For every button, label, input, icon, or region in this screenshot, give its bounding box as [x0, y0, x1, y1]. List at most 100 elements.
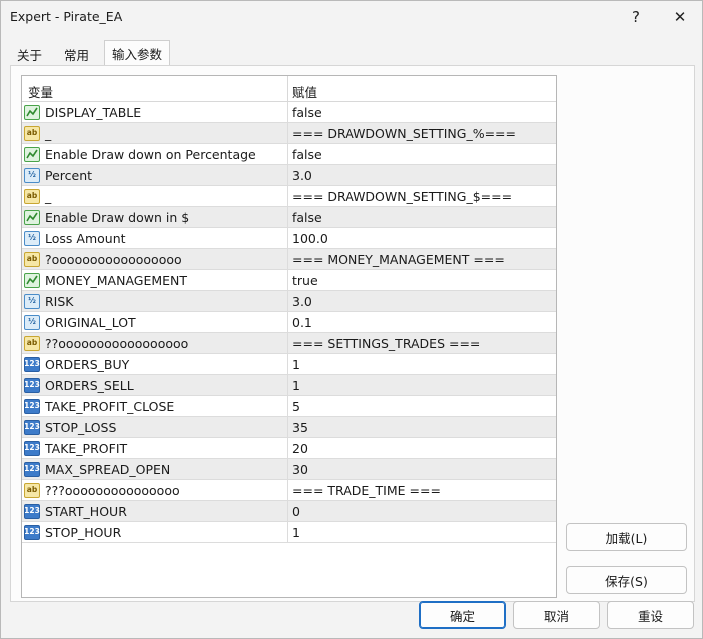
- inputs-table: 变量 赋值 DISPLAY_TABLE false ab _ === DRAWDOWN_…: [21, 75, 557, 598]
- ok-button[interactable]: 确定: [419, 601, 506, 629]
- variable-name: ORDERS_BUY: [45, 356, 130, 372]
- variable-cell: Enable Draw down in $: [22, 207, 288, 227]
- table-row[interactable]: 123 ORDERS_SELL 1: [22, 375, 556, 396]
- value-cell[interactable]: false: [288, 144, 556, 164]
- table-row[interactable]: 123 TAKE_PROFIT 20: [22, 438, 556, 459]
- table-row[interactable]: ½ Percent 3.0: [22, 165, 556, 186]
- value-cell[interactable]: 1: [288, 522, 556, 542]
- bool-type-icon: [24, 104, 40, 120]
- value-cell[interactable]: 100.0: [288, 228, 556, 248]
- help-button[interactable]: ?: [621, 5, 651, 29]
- value-cell[interactable]: 5: [288, 396, 556, 416]
- table-body: DISPLAY_TABLE false ab _ === DRAWDOWN_SETTIN…: [22, 102, 556, 543]
- table-row[interactable]: 123 START_HOUR 0: [22, 501, 556, 522]
- double-type-icon: ½: [24, 314, 40, 330]
- table-row[interactable]: 123 STOP_LOSS 35: [22, 417, 556, 438]
- close-button[interactable]: ✕: [665, 5, 695, 29]
- variable-cell: ab ??ooooooooooooooooo: [22, 333, 288, 353]
- window-title: Expert - Pirate_EA: [10, 9, 123, 24]
- table-row[interactable]: ½ RISK 3.0: [22, 291, 556, 312]
- variable-cell: 123 TAKE_PROFIT: [22, 438, 288, 458]
- table-row[interactable]: DISPLAY_TABLE false: [22, 102, 556, 123]
- table-header: 变量 赋值: [22, 76, 556, 102]
- table-row[interactable]: 123 ORDERS_BUY 1: [22, 354, 556, 375]
- table-row[interactable]: ½ ORIGINAL_LOT 0.1: [22, 312, 556, 333]
- string-type-icon: ab: [24, 251, 40, 267]
- double-type-icon: ½: [24, 167, 40, 183]
- variable-name: ORDERS_SELL: [45, 377, 134, 393]
- table-row[interactable]: Enable Draw down on Percentage false: [22, 144, 556, 165]
- table-row[interactable]: 123 STOP_HOUR 1: [22, 522, 556, 543]
- value-cell[interactable]: 0: [288, 501, 556, 521]
- value-cell[interactable]: false: [288, 207, 556, 227]
- variable-cell: ½ Loss Amount: [22, 228, 288, 248]
- variable-name: _: [45, 125, 52, 141]
- table-row[interactable]: MONEY_MANAGEMENT true: [22, 270, 556, 291]
- title-bar: Expert - Pirate_EA ? ✕: [1, 1, 702, 33]
- tab-inputs[interactable]: 输入参数: [104, 40, 171, 67]
- variable-cell: ab ?ooooooooooooooooo: [22, 249, 288, 269]
- tab-common[interactable]: 常用: [57, 42, 96, 66]
- reset-button[interactable]: 重设: [607, 601, 694, 629]
- variable-cell: DISPLAY_TABLE: [22, 102, 288, 122]
- table-row[interactable]: ab ?ooooooooooooooooo === MONEY_MANAGEMENT…: [22, 249, 556, 270]
- double-type-icon: ½: [24, 230, 40, 246]
- value-cell[interactable]: === DRAWDOWN_SETTING_$===: [288, 186, 556, 206]
- string-type-icon: ab: [24, 335, 40, 351]
- value-cell[interactable]: true: [288, 270, 556, 290]
- value-cell[interactable]: 1: [288, 375, 556, 395]
- value-cell[interactable]: === MONEY_MANAGEMENT ===: [288, 249, 556, 269]
- value-cell[interactable]: 3.0: [288, 165, 556, 185]
- table-row[interactable]: ab ???ooooooooooooooo === TRADE_TIME ===: [22, 480, 556, 501]
- variable-name: DISPLAY_TABLE: [45, 104, 142, 120]
- load-button[interactable]: 加载(L): [566, 523, 687, 551]
- value-cell[interactable]: 20: [288, 438, 556, 458]
- table-row[interactable]: 123 MAX_SPREAD_OPEN 30: [22, 459, 556, 480]
- variable-cell: Enable Draw down on Percentage: [22, 144, 288, 164]
- variable-name: _: [45, 188, 52, 204]
- variable-cell: 123 TAKE_PROFIT_CLOSE: [22, 396, 288, 416]
- variable-cell: 123 MAX_SPREAD_OPEN: [22, 459, 288, 479]
- value-cell[interactable]: 1: [288, 354, 556, 374]
- table-row[interactable]: ab _ === DRAWDOWN_SETTING_%===: [22, 123, 556, 144]
- table-row[interactable]: ab _ === DRAWDOWN_SETTING_$===: [22, 186, 556, 207]
- variable-name: START_HOUR: [45, 503, 127, 519]
- table-row[interactable]: ½ Loss Amount 100.0: [22, 228, 556, 249]
- value-column-header[interactable]: 赋值: [288, 76, 556, 101]
- integer-type-icon: 123: [24, 356, 40, 372]
- integer-type-icon: 123: [24, 377, 40, 393]
- variable-column-header[interactable]: 变量: [22, 76, 288, 101]
- variable-name: ??ooooooooooooooooo: [45, 335, 189, 351]
- variable-cell: 123 STOP_LOSS: [22, 417, 288, 437]
- variable-cell: ½ RISK: [22, 291, 288, 311]
- value-cell[interactable]: 30: [288, 459, 556, 479]
- value-cell[interactable]: === DRAWDOWN_SETTING_%===: [288, 123, 556, 143]
- variable-name: MAX_SPREAD_OPEN: [45, 461, 171, 477]
- variable-cell: 123 START_HOUR: [22, 501, 288, 521]
- variable-cell: MONEY_MANAGEMENT: [22, 270, 288, 290]
- value-cell[interactable]: 3.0: [288, 291, 556, 311]
- integer-type-icon: 123: [24, 440, 40, 456]
- integer-type-icon: 123: [24, 524, 40, 540]
- bool-type-icon: [24, 272, 40, 288]
- value-cell[interactable]: 35: [288, 417, 556, 437]
- tab-about[interactable]: 关于: [10, 42, 49, 66]
- variable-name: TAKE_PROFIT_CLOSE: [45, 398, 175, 414]
- table-row[interactable]: 123 TAKE_PROFIT_CLOSE 5: [22, 396, 556, 417]
- value-cell[interactable]: 0.1: [288, 312, 556, 332]
- table-row[interactable]: ab ??ooooooooooooooooo === SETTINGS_TRADES…: [22, 333, 556, 354]
- cancel-button[interactable]: 取消: [513, 601, 600, 629]
- value-cell[interactable]: === TRADE_TIME ===: [288, 480, 556, 500]
- integer-type-icon: 123: [24, 503, 40, 519]
- value-cell[interactable]: false: [288, 102, 556, 122]
- variable-name: TAKE_PROFIT: [45, 440, 128, 456]
- variable-name: STOP_HOUR: [45, 524, 122, 540]
- value-cell[interactable]: === SETTINGS_TRADES ===: [288, 333, 556, 353]
- integer-type-icon: 123: [24, 419, 40, 435]
- variable-cell: ab ???ooooooooooooooo: [22, 480, 288, 500]
- variable-name: Loss Amount: [45, 230, 126, 246]
- integer-type-icon: 123: [24, 398, 40, 414]
- variable-cell: ab _: [22, 186, 288, 206]
- save-button[interactable]: 保存(S): [566, 566, 687, 594]
- table-row[interactable]: Enable Draw down in $ false: [22, 207, 556, 228]
